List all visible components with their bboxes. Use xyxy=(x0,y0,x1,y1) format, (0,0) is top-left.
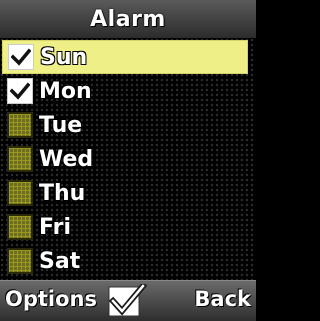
day-label: Sun xyxy=(40,44,88,70)
title-bar: Alarm xyxy=(0,0,256,39)
day-label: Mon xyxy=(39,78,92,104)
checkbox-checked[interactable] xyxy=(7,78,33,104)
checkmark-icon xyxy=(11,48,31,66)
day-label: Sat xyxy=(39,248,81,274)
checkmark-icon xyxy=(108,284,147,317)
checkbox-unchecked[interactable] xyxy=(7,146,33,172)
checkbox-unchecked[interactable] xyxy=(7,248,33,274)
page-title: Alarm xyxy=(90,6,166,32)
day-row-thu[interactable]: Thu xyxy=(2,176,248,210)
day-label: Wed xyxy=(39,146,94,172)
day-row-fri[interactable]: Fri xyxy=(2,210,248,244)
checkbox-unchecked[interactable] xyxy=(7,180,33,206)
day-label: Thu xyxy=(39,180,86,206)
day-row-tue[interactable]: Tue xyxy=(2,108,248,142)
checkbox-unchecked[interactable] xyxy=(7,214,33,240)
day-row-sat[interactable]: Sat xyxy=(2,244,248,278)
day-row-wed[interactable]: Wed xyxy=(2,142,248,176)
day-list: Sun Mon Tue Wed Thu Fri Sat xyxy=(0,38,256,280)
back-softkey[interactable]: Back xyxy=(194,287,251,311)
checkbox-unchecked[interactable] xyxy=(7,112,33,138)
options-softkey[interactable]: Options xyxy=(5,287,97,311)
checkmark-icon xyxy=(10,82,30,100)
day-label: Fri xyxy=(39,214,72,240)
day-label: Tue xyxy=(39,112,83,138)
checkbox-checked[interactable] xyxy=(8,44,34,70)
softkey-bar: Options Back xyxy=(0,280,256,321)
day-row-mon[interactable]: Mon xyxy=(2,74,248,108)
day-row-sun[interactable]: Sun xyxy=(2,40,248,74)
select-softkey[interactable] xyxy=(106,284,148,318)
